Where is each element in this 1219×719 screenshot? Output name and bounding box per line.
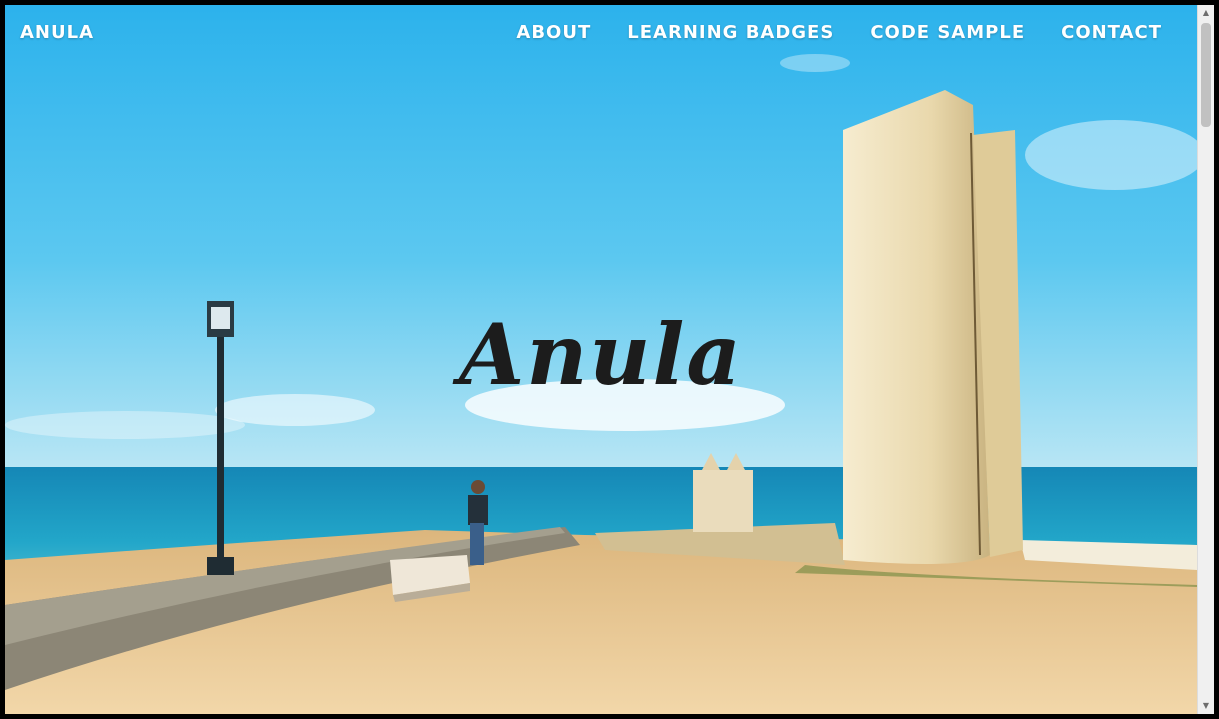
top-navigation: ANULA ABOUT LEARNING BADGES CODE SAMPLE … [5, 5, 1197, 63]
nav-menu: ABOUT LEARNING BADGES CODE SAMPLE CONTAC… [516, 22, 1162, 43]
hero-title: Anula [459, 305, 743, 404]
nav-item-about[interactable]: ABOUT [516, 22, 591, 43]
chevron-up-icon[interactable]: ▲ [1198, 5, 1214, 21]
page-viewport: ANULA ABOUT LEARNING BADGES CODE SAMPLE … [5, 5, 1197, 714]
nav-item-contact[interactable]: CONTACT [1061, 22, 1162, 43]
browser-window: ANULA ABOUT LEARNING BADGES CODE SAMPLE … [5, 5, 1214, 714]
nav-item-learning-badges[interactable]: LEARNING BADGES [627, 22, 834, 43]
hero-section: ANULA ABOUT LEARNING BADGES CODE SAMPLE … [5, 5, 1197, 714]
nav-item-code-sample[interactable]: CODE SAMPLE [870, 22, 1025, 43]
vertical-scrollbar[interactable]: ▲ ▼ [1197, 5, 1214, 714]
brand-link[interactable]: ANULA [20, 22, 94, 43]
scrollbar-thumb[interactable] [1201, 23, 1211, 127]
chevron-down-icon[interactable]: ▼ [1198, 698, 1214, 714]
